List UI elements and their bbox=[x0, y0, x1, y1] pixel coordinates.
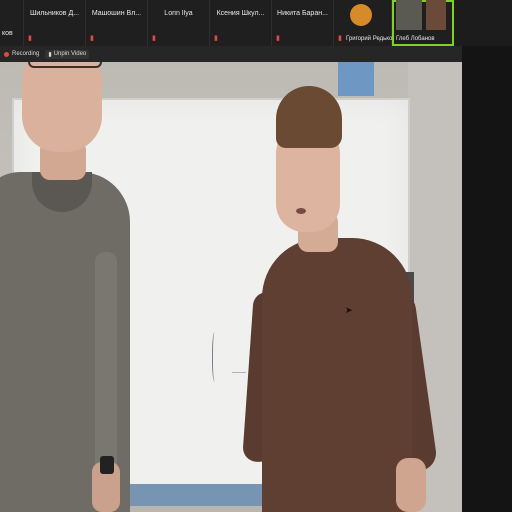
unpin-video-button[interactable]: ▮ Unpin Video bbox=[45, 49, 90, 59]
video-person bbox=[28, 62, 102, 68]
participant-video bbox=[426, 0, 446, 30]
video-person bbox=[276, 86, 342, 148]
participant-name: Никита Баран... bbox=[277, 10, 328, 17]
video-person bbox=[100, 456, 114, 474]
video-person bbox=[396, 458, 426, 512]
participant-tile[interactable]: Машошин Вл... ▮ bbox=[86, 0, 148, 46]
status-bar: Recording ▮ Unpin Video bbox=[0, 46, 512, 62]
recording-icon bbox=[4, 51, 9, 57]
recording-label: Recording bbox=[12, 51, 40, 57]
participant-name: ков bbox=[2, 30, 13, 37]
participant-tile[interactable]: Шильников Д... ▮ bbox=[24, 0, 86, 46]
video-marker-line bbox=[212, 332, 219, 382]
pin-icon: ▮ bbox=[48, 51, 52, 58]
participant-name: Глеб Лобанов bbox=[396, 36, 435, 42]
mic-muted-icon: ▮ bbox=[214, 35, 218, 42]
video-person bbox=[22, 62, 102, 152]
participant-video bbox=[396, 0, 422, 30]
side-panel bbox=[462, 46, 512, 512]
mic-muted-icon: ▮ bbox=[90, 35, 94, 42]
video-tile[interactable]: ▮ Григорий Редько bbox=[334, 0, 392, 46]
mic-muted-icon: ▮ bbox=[152, 35, 156, 42]
participant-tile[interactable]: Никита Баран... ▮ bbox=[272, 0, 334, 46]
participant-name: Машошин Вл... bbox=[91, 10, 142, 17]
video-person bbox=[262, 238, 412, 512]
participant-tile[interactable]: Ксения Шкул... ▮ bbox=[210, 0, 272, 46]
video-window bbox=[338, 62, 374, 96]
mic-muted-icon: ▮ bbox=[276, 35, 280, 42]
mic-muted-icon: ▮ bbox=[28, 35, 32, 42]
participant-name: Ксения Шкул... bbox=[216, 10, 265, 17]
video-window bbox=[110, 484, 280, 506]
participant-name: Шильников Д... bbox=[29, 10, 80, 17]
video-marker-line bbox=[232, 352, 246, 373]
participant-strip: ков Шильников Д... ▮ Машошин Вл... ▮ Lor… bbox=[0, 0, 512, 46]
video-tile-active[interactable]: Глеб Лобанов bbox=[392, 0, 454, 46]
mic-muted-icon: ▮ bbox=[338, 35, 342, 42]
participant-tile[interactable]: ков bbox=[0, 0, 24, 46]
participant-avatar bbox=[350, 4, 372, 26]
main-video[interactable]: ➤ bbox=[0, 62, 462, 512]
participant-name: Lorin Ilya bbox=[164, 10, 193, 17]
participant-tile[interactable]: Lorin Ilya ▮ bbox=[148, 0, 210, 46]
participant-name: Григорий Редько bbox=[346, 36, 393, 42]
mouse-cursor-icon: ➤ bbox=[345, 305, 353, 315]
unpin-label: Unpin Video bbox=[53, 51, 87, 57]
video-person bbox=[296, 208, 306, 214]
